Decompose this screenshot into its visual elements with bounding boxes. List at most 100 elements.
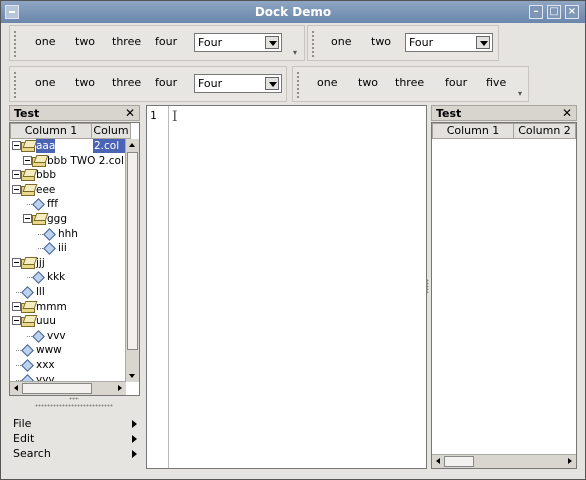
scroll-right-icon[interactable]: [564, 455, 576, 467]
folder-icon: [32, 213, 46, 225]
tool-button-four[interactable]: four: [155, 76, 177, 90]
tree-row[interactable]: aaa 2.col: [10, 139, 126, 153]
tool-button-four[interactable]: four: [445, 76, 467, 90]
collapse-icon[interactable]: [12, 257, 21, 267]
text-editor[interactable]: 1 I: [146, 105, 427, 469]
collapse-icon[interactable]: [12, 170, 21, 180]
horizontal-scrollbar[interactable]: [432, 454, 576, 468]
tool-button-two[interactable]: two: [371, 35, 391, 49]
toolbar-grip[interactable]: [296, 71, 300, 99]
minimize-button[interactable]: –: [529, 5, 543, 19]
tree-row[interactable]: bbb TWO 2.col: [10, 154, 126, 168]
tree-row[interactable]: jjj: [10, 256, 126, 270]
chevron-down-icon[interactable]: [265, 36, 279, 49]
collapse-icon[interactable]: [12, 141, 21, 150]
tree-row[interactable]: xxx: [10, 358, 126, 372]
toolbar-extension-icon[interactable]: ▾: [518, 89, 522, 98]
toolbar-combo[interactable]: Four: [194, 33, 282, 52]
toolbar-1: one two three four Four ▾: [9, 25, 305, 61]
toolbar-row-1: one two three four Four ▾ one two Four: [1, 23, 585, 63]
toolbar-combo[interactable]: Four: [405, 33, 493, 52]
toolbar-grip[interactable]: [13, 30, 17, 58]
right-dock-title[interactable]: Test ✕: [431, 105, 577, 121]
tool-button-two[interactable]: two: [358, 76, 378, 90]
folder-icon: [21, 169, 35, 182]
tree-row[interactable]: fff: [10, 197, 126, 211]
collapse-icon[interactable]: [12, 316, 21, 326]
chevron-down-icon[interactable]: [476, 36, 490, 49]
tree-row[interactable]: eee: [10, 183, 126, 197]
toolbar-row-2: one two three four Four one two three fo…: [1, 64, 585, 104]
tree-row[interactable]: mmm: [10, 300, 126, 314]
column-header-1[interactable]: Column 1: [432, 123, 514, 139]
tree-row[interactable]: iii: [10, 241, 126, 255]
scroll-left-icon[interactable]: [432, 455, 444, 467]
toolbar-2: one two Four: [307, 25, 499, 61]
right-list-view[interactable]: Column 1 Column 2: [431, 122, 577, 469]
scroll-left-icon[interactable]: [10, 382, 22, 394]
collapse-icon[interactable]: [12, 301, 21, 311]
close-icon[interactable]: ✕: [125, 106, 135, 120]
collapse-icon[interactable]: [12, 184, 21, 194]
toolbar-grip[interactable]: [13, 71, 17, 99]
tool-button-three[interactable]: three: [112, 76, 141, 90]
title-bar[interactable]: Dock Demo – □ ×: [1, 1, 585, 23]
close-window-button[interactable]: ×: [565, 5, 579, 19]
tree-body: aaa 2.col bbb TWO 2.col bbb eee fff ggg hhh iii j…: [10, 139, 126, 382]
tool-button-three[interactable]: three: [112, 35, 141, 49]
tree-item-label: www: [36, 344, 62, 357]
tool-button-five[interactable]: five: [486, 76, 506, 90]
tree-row[interactable]: www: [10, 343, 126, 357]
scroll-right-icon[interactable]: [114, 382, 126, 394]
tree-row[interactable]: lll: [10, 285, 126, 299]
tool-button-one[interactable]: one: [317, 76, 337, 90]
line-number: 1: [150, 109, 157, 122]
folder-icon: [21, 140, 35, 152]
scroll-up-icon[interactable]: [126, 139, 138, 151]
tool-button-four[interactable]: four: [155, 35, 177, 49]
tool-button-one[interactable]: one: [331, 35, 351, 49]
folder-icon: [21, 315, 35, 328]
tool-button-two[interactable]: two: [75, 35, 95, 49]
dock-splitter-handle[interactable]: [35, 404, 113, 407]
column-header-2[interactable]: Colum: [91, 123, 131, 139]
tree-view[interactable]: Column 1 Colum aaa 2.col bbb TWO 2.col bbb e…: [9, 122, 140, 396]
column-header-1[interactable]: Column 1: [10, 123, 92, 139]
tool-button-one[interactable]: one: [35, 76, 55, 90]
left-dock-title[interactable]: Test ✕: [9, 105, 140, 121]
tree-row[interactable]: vvv: [10, 329, 126, 343]
collapse-icon[interactable]: [23, 214, 32, 223]
tool-button-three[interactable]: three: [395, 76, 424, 90]
chevron-down-icon[interactable]: [265, 77, 279, 90]
horizontal-scrollbar[interactable]: [10, 381, 126, 395]
tree-row[interactable]: bbb: [10, 168, 126, 182]
tool-button-two[interactable]: two: [75, 76, 95, 90]
diamond-icon: [21, 359, 33, 371]
right-splitter-handle[interactable]: [426, 279, 429, 293]
toolbar-combo[interactable]: Four: [194, 74, 282, 93]
tree-row[interactable]: uuu: [10, 314, 126, 328]
column-header-2[interactable]: Column 2: [513, 123, 576, 139]
line-number-gutter: 1: [147, 106, 169, 468]
menu-item-file[interactable]: File: [13, 417, 139, 432]
tree-row[interactable]: hhh: [10, 227, 126, 241]
dock-splitter-handle[interactable]: [69, 397, 79, 400]
tree-row[interactable]: ggg: [10, 212, 126, 226]
tree-row[interactable]: kkk: [10, 270, 126, 284]
close-icon[interactable]: ✕: [562, 106, 572, 120]
menu-item-search[interactable]: Search: [13, 447, 139, 462]
toolbar-grip[interactable]: [311, 30, 315, 58]
menu-item-edit[interactable]: Edit: [13, 432, 139, 447]
diamond-icon: [43, 242, 55, 254]
tree-item-label: uuu: [36, 315, 56, 328]
scrollbar-thumb[interactable]: [444, 456, 474, 467]
toolbar-extension-icon[interactable]: ▾: [293, 48, 297, 57]
scrollbar-thumb[interactable]: [22, 383, 92, 394]
tool-button-one[interactable]: one: [35, 35, 55, 49]
scroll-down-icon[interactable]: [126, 370, 138, 382]
maximize-button[interactable]: □: [547, 5, 561, 19]
diamond-icon: [21, 286, 33, 298]
collapse-icon[interactable]: [23, 155, 32, 165]
vertical-scrollbar[interactable]: [125, 139, 139, 382]
scrollbar-thumb[interactable]: [127, 152, 138, 350]
